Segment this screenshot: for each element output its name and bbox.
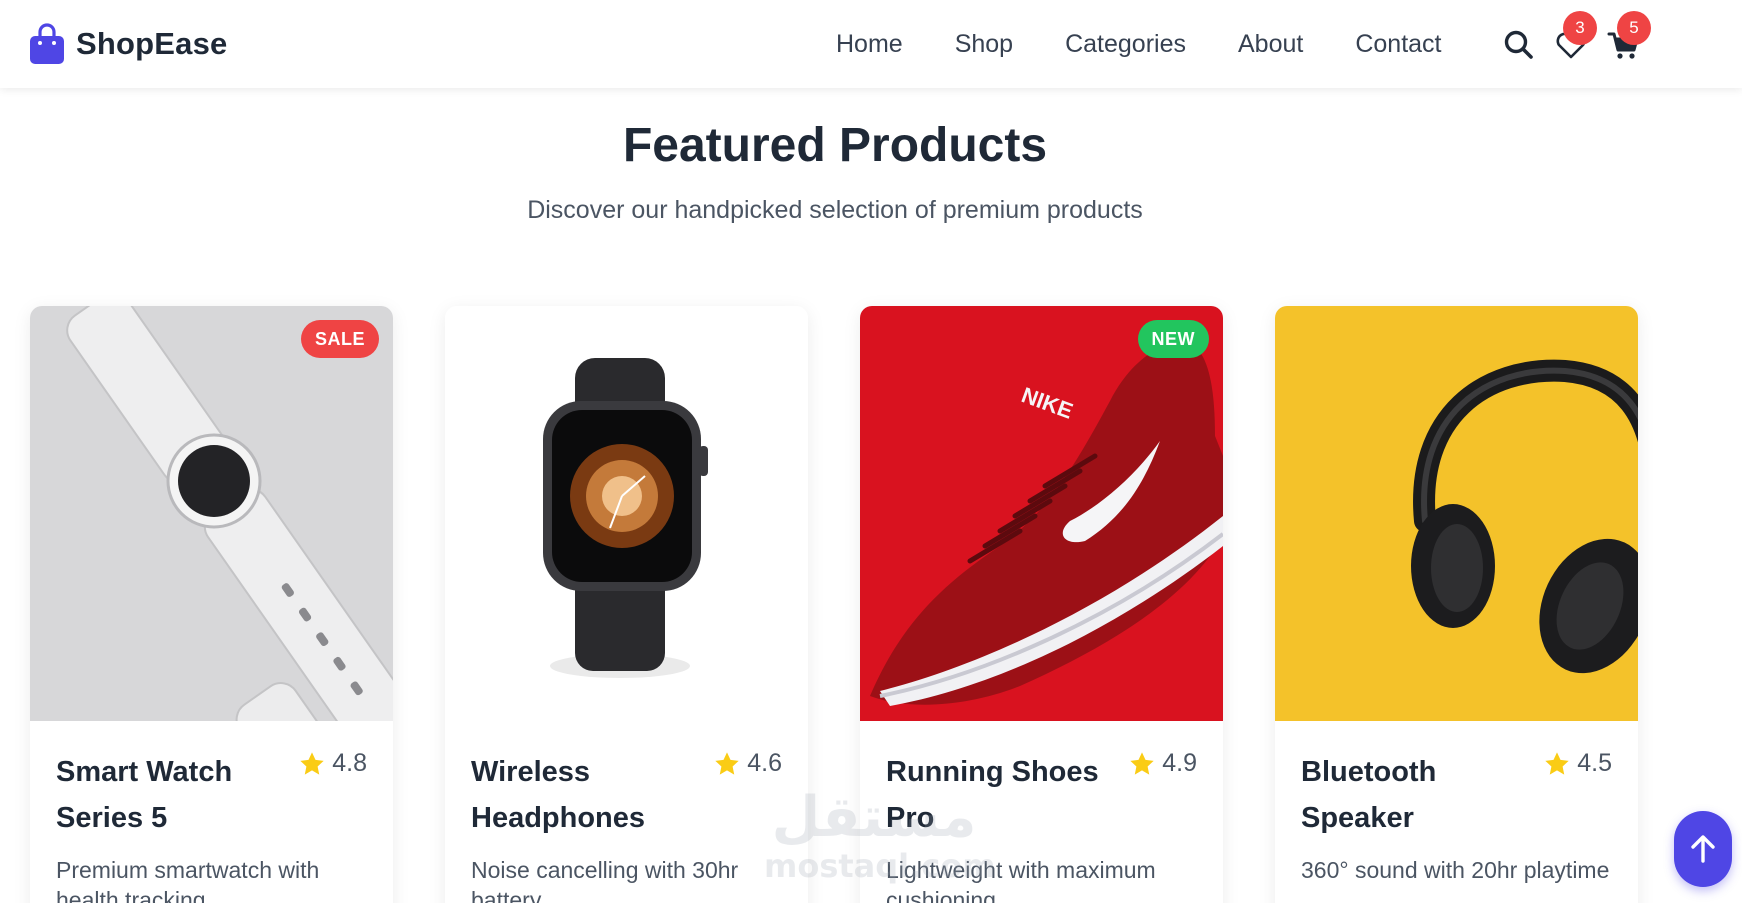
new-badge: NEW bbox=[1137, 320, 1209, 358]
arrow-up-icon bbox=[1691, 835, 1715, 863]
product-image[interactable]: SALE bbox=[30, 306, 393, 721]
star-icon bbox=[715, 751, 739, 775]
product-description: 360° sound with 20hr playtime bbox=[1301, 857, 1610, 883]
product-rating: 4.6 bbox=[713, 749, 782, 778]
product-image-headphones bbox=[1275, 306, 1638, 721]
section-title: Featured Products bbox=[622, 119, 1048, 172]
section-subtitle: Discover our handpicked selection of pre… bbox=[527, 196, 1143, 224]
rating-value: 4.5 bbox=[1577, 749, 1612, 777]
cart-count-badge: 5 bbox=[1617, 11, 1651, 45]
product-description: Lightweight with maximum cushioning bbox=[886, 857, 1156, 903]
product-title[interactable]: Running Shoes Pro bbox=[886, 749, 1116, 841]
brand-logo[interactable]: ShopEase bbox=[28, 22, 227, 66]
product-image[interactable] bbox=[1275, 306, 1638, 721]
sale-badge: SALE bbox=[300, 320, 379, 358]
product-card[interactable]: SALE Smart Watch Series 5 4.8 Premium sm… bbox=[30, 306, 393, 903]
star-icon bbox=[300, 751, 324, 775]
product-card[interactable]: Bluetooth Speaker 4.5 360° sound with 20… bbox=[1275, 306, 1638, 903]
product-rating: 4.5 bbox=[1543, 749, 1612, 778]
wishlist-count-badge: 3 bbox=[1563, 11, 1597, 45]
product-description: Premium smartwatch with health tracking bbox=[56, 857, 320, 903]
nav-link-categories[interactable]: Categories bbox=[1065, 30, 1186, 59]
search-icon bbox=[1504, 30, 1533, 59]
product-image-smartwatch bbox=[30, 306, 393, 721]
product-title[interactable]: Wireless Headphones bbox=[471, 749, 701, 841]
product-title[interactable]: Bluetooth Speaker bbox=[1301, 749, 1531, 841]
rating-value: 4.9 bbox=[1162, 749, 1197, 777]
navbar: ShopEase Home Shop Categories About Cont… bbox=[0, 0, 1742, 88]
rating-value: 4.6 bbox=[747, 749, 782, 777]
nav-link-shop[interactable]: Shop bbox=[955, 30, 1013, 59]
product-image-running-shoe: NIKE bbox=[860, 306, 1223, 721]
brand-name: ShopEase bbox=[76, 26, 228, 61]
nav-link-home[interactable]: Home bbox=[836, 30, 903, 59]
product-rating: 4.9 bbox=[1128, 749, 1197, 778]
scroll-to-top-button[interactable] bbox=[1674, 811, 1732, 887]
product-card[interactable]: NIKE NEW Running Shoes Pro 4.9 Lightweig… bbox=[860, 306, 1223, 903]
nav-link-about[interactable]: About bbox=[1238, 30, 1303, 59]
star-icon bbox=[1130, 751, 1154, 775]
product-image[interactable] bbox=[445, 306, 808, 721]
star-icon bbox=[1545, 751, 1569, 775]
rating-value: 4.8 bbox=[332, 749, 367, 777]
nav-links: Home Shop Categories About Contact bbox=[836, 0, 1442, 88]
product-image-black-watch bbox=[445, 306, 808, 721]
search-button[interactable] bbox=[1502, 28, 1536, 62]
product-title[interactable]: Smart Watch Series 5 bbox=[56, 749, 286, 841]
product-rating: 4.8 bbox=[298, 749, 367, 778]
product-card[interactable]: Wireless Headphones 4.6 Noise cancelling… bbox=[445, 306, 808, 903]
product-description: Noise cancelling with 30hr battery bbox=[471, 857, 739, 903]
product-image[interactable]: NIKE NEW bbox=[860, 306, 1223, 721]
shopping-bag-icon bbox=[30, 23, 64, 64]
nav-link-contact[interactable]: Contact bbox=[1355, 30, 1441, 59]
